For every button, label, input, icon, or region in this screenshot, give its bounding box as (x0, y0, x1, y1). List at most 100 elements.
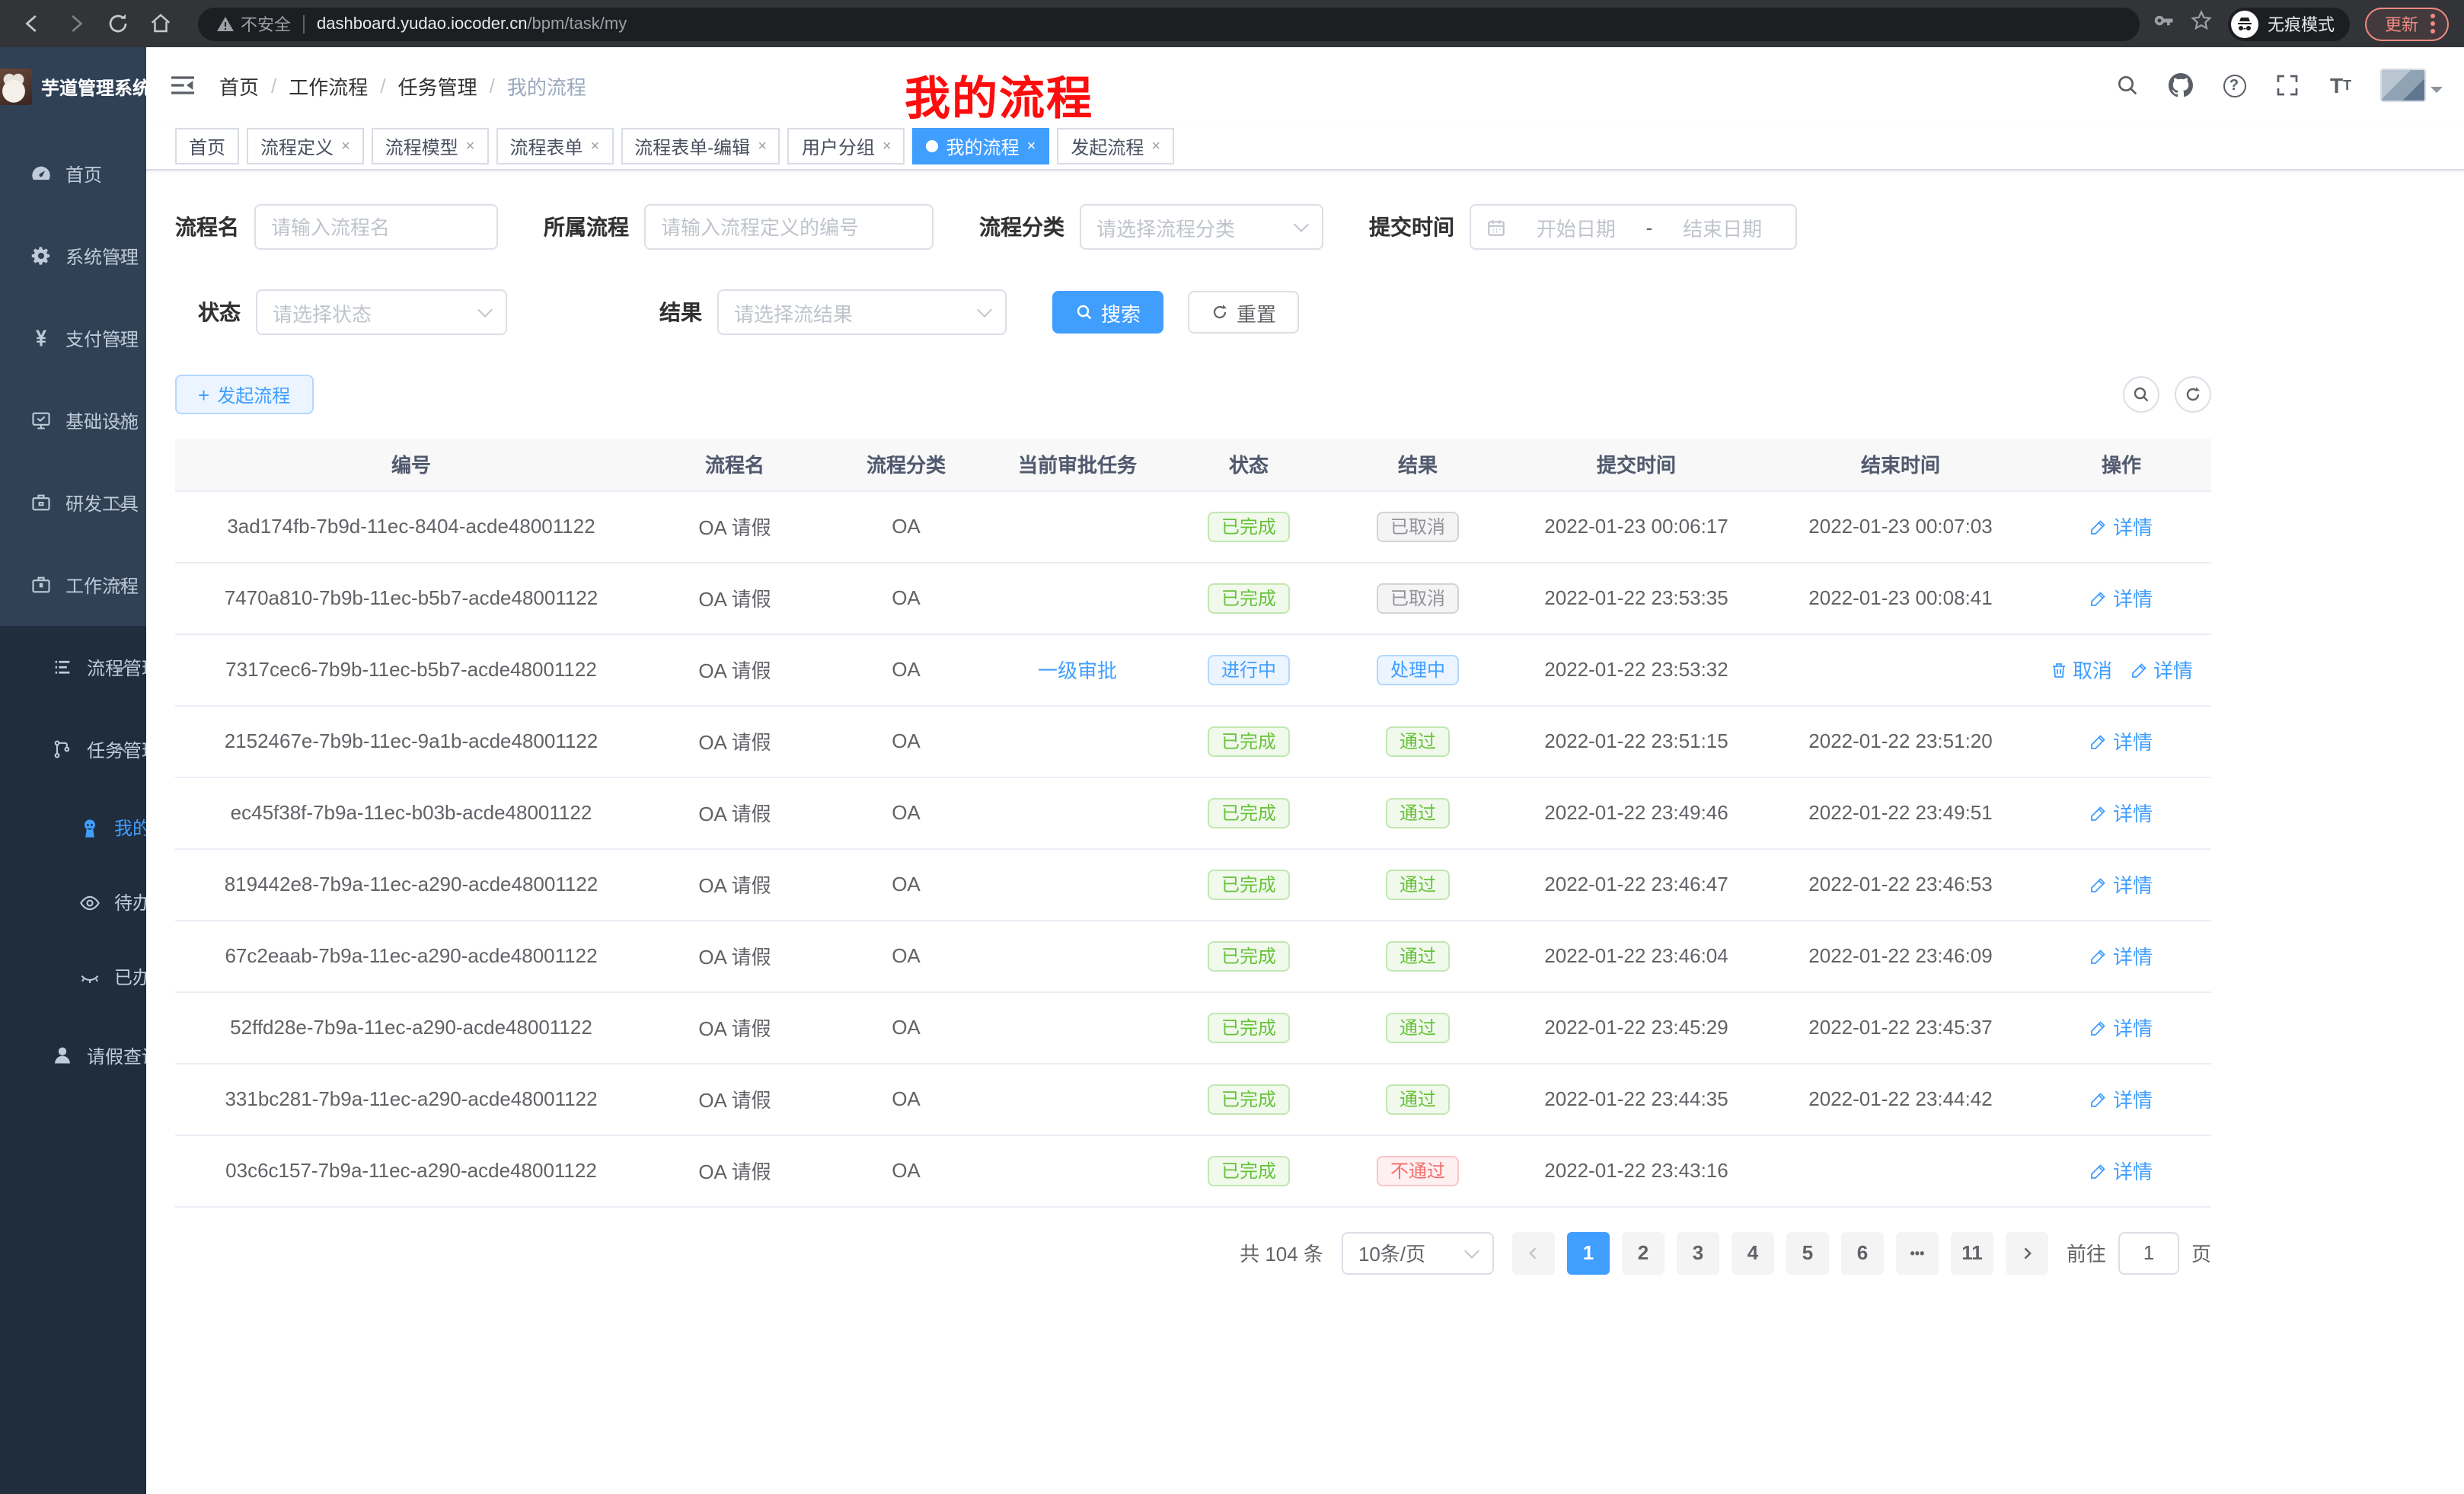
app-logo[interactable]: 芋道管理系统 (0, 47, 146, 126)
sidebar-item-leave-query[interactable]: 请假查询 (0, 1014, 146, 1097)
cell-current-task[interactable]: 一级审批 (990, 634, 1165, 705)
detail-action-link[interactable]: 详情 (2090, 1013, 2153, 1042)
action-label: 详情 (2113, 726, 2153, 755)
more-pages-button[interactable]: ••• (1896, 1231, 1939, 1274)
sidebar-filler (0, 1097, 146, 1494)
next-page-button[interactable] (2006, 1231, 2048, 1274)
detail-action-link[interactable]: 详情 (2090, 870, 2153, 899)
user-avatar-menu[interactable] (2380, 69, 2443, 102)
search-button[interactable]: 搜索 (1052, 291, 1163, 334)
back-icon[interactable] (15, 7, 49, 40)
bookmark-star-icon[interactable] (2190, 8, 2213, 39)
tab-user-group[interactable]: 用户分组× (788, 128, 905, 164)
detail-action-link[interactable]: 详情 (2090, 941, 2153, 970)
yen-icon (30, 327, 52, 349)
sidebar-item-my-process[interactable]: 我的流程 (0, 790, 146, 865)
update-button[interactable]: 更新 (2365, 7, 2449, 40)
category-select[interactable]: 请选择流程分类 (1080, 204, 1323, 250)
process-name-input[interactable] (254, 204, 498, 250)
goto-page-input[interactable] (2118, 1231, 2179, 1274)
detail-action-link[interactable]: 详情 (2090, 798, 2153, 827)
process-definition-input[interactable] (644, 204, 934, 250)
page-button-3[interactable]: 3 (1677, 1231, 1719, 1274)
refresh-table-button[interactable] (2175, 376, 2211, 413)
sidebar-item-todo-tasks[interactable]: 待办任务 (0, 865, 146, 940)
forward-icon[interactable] (58, 7, 91, 40)
cell-status: 已完成 (1165, 920, 1333, 991)
breadcrumb-item[interactable]: 任务管理 (398, 71, 477, 100)
detail-action-link[interactable]: 详情 (2090, 1156, 2153, 1185)
close-icon[interactable]: × (758, 138, 767, 155)
page-button-1[interactable]: 1 (1567, 1231, 1610, 1274)
current-task-link[interactable]: 一级审批 (1038, 659, 1117, 682)
close-icon[interactable]: × (1027, 138, 1036, 155)
prev-page-button[interactable] (1512, 1231, 1555, 1274)
password-key-icon[interactable] (2152, 8, 2175, 39)
breadcrumb-item[interactable]: 首页 (219, 71, 259, 100)
reload-icon[interactable] (101, 7, 134, 40)
page-button-6[interactable]: 6 (1841, 1231, 1884, 1274)
breadcrumb-item[interactable]: 工作流程 (289, 71, 368, 100)
page-button-11[interactable]: 11 (1951, 1231, 1993, 1274)
edit-icon (2090, 1018, 2108, 1036)
tab-process-form-edit[interactable]: 流程表单-编辑× (621, 128, 780, 164)
start-date-placeholder: 开始日期 (1518, 212, 1634, 241)
tab-my-process[interactable]: 我的流程× (913, 128, 1050, 164)
toggle-search-button[interactable] (2123, 376, 2159, 413)
result-select[interactable]: 请选择流结果 (717, 289, 1007, 335)
sidebar-collapse-icon[interactable] (168, 70, 198, 101)
sidebar-item-payment[interactable]: 支付管理 (0, 297, 146, 379)
font-size-icon[interactable]: TT (2327, 72, 2354, 99)
detail-action-link[interactable]: 详情 (2090, 583, 2153, 612)
browser-menu-icon[interactable] (2430, 14, 2435, 34)
close-icon[interactable]: × (466, 138, 475, 155)
detail-action-link[interactable]: 详情 (2090, 1084, 2153, 1113)
sidebar-item-infra[interactable]: 基础设施 (0, 379, 146, 461)
tab-process-def[interactable]: 流程定义× (247, 128, 364, 164)
fullscreen-icon[interactable] (2274, 72, 2301, 99)
detail-action-link[interactable]: 详情 (2090, 726, 2153, 755)
table-row: ec45f38f-7b9a-11ec-b03b-acde48001122OA 请… (175, 777, 2211, 848)
status-select[interactable]: 请选择状态 (256, 289, 507, 335)
sidebar-item-system[interactable]: 系统管理 (0, 215, 146, 297)
help-icon[interactable]: ? (2220, 72, 2248, 99)
home-icon[interactable] (143, 7, 177, 40)
sidebar-item-workflow[interactable]: 工作流程 (0, 544, 146, 626)
tab-start-process[interactable]: 发起流程× (1057, 128, 1174, 164)
tab-process-form[interactable]: 流程表单× (496, 128, 613, 164)
sidebar-item-devtools[interactable]: 研发工具 (0, 461, 146, 544)
page-button-4[interactable]: 4 (1732, 1231, 1774, 1274)
header-search-icon[interactable] (2114, 72, 2141, 99)
start-process-button[interactable]: + 发起流程 (175, 375, 313, 414)
detail-action-link[interactable]: 详情 (2090, 512, 2153, 541)
submit-time-range-picker[interactable]: 开始日期 - 结束日期 (1470, 204, 1797, 250)
page-button-5[interactable]: 5 (1786, 1231, 1829, 1274)
not-secure-indicator[interactable]: 不安全 (216, 11, 291, 36)
edit-icon (2090, 517, 2108, 535)
close-icon[interactable]: × (591, 138, 600, 155)
cell-end-time: 2022-01-22 23:46:53 (1770, 848, 2032, 920)
cell-process-id: ec45f38f-7b9a-11ec-b03b-acde48001122 (175, 777, 647, 848)
tab-process-model[interactable]: 流程模型× (372, 128, 489, 164)
address-bar[interactable]: 不安全 dashboard.yudao.iocoder.cn/bpm/task/… (198, 7, 2140, 40)
edit-icon (2130, 660, 2149, 678)
pager: 123456 ••• 11 (1512, 1231, 2048, 1274)
sidebar-item-process-mgmt[interactable]: 流程管理 (0, 626, 146, 708)
status-badge: 已完成 (1208, 797, 1290, 828)
detail-action-link[interactable]: 详情 (2130, 655, 2193, 684)
cell-actions: 详情 (2032, 490, 2211, 562)
github-icon[interactable] (2167, 72, 2194, 99)
reset-button[interactable]: 重置 (1188, 291, 1299, 334)
sidebar-item-task-mgmt[interactable]: 任务管理 (0, 708, 146, 790)
cancel-action-link[interactable]: 取消 (2050, 655, 2112, 684)
close-icon[interactable]: × (1151, 138, 1160, 155)
page-size-select[interactable]: 10条/页 (1342, 1231, 1494, 1274)
close-icon[interactable]: × (883, 138, 892, 155)
page-button-2[interactable]: 2 (1622, 1231, 1664, 1274)
sidebar-item-home[interactable]: 首页 (0, 132, 146, 215)
cell-category: OA (822, 848, 990, 920)
sidebar-item-done-tasks[interactable]: 已办任务 (0, 940, 146, 1014)
close-icon[interactable]: × (341, 138, 350, 155)
tab-home[interactable]: 首页 (175, 128, 239, 164)
refresh-icon (2184, 385, 2202, 404)
